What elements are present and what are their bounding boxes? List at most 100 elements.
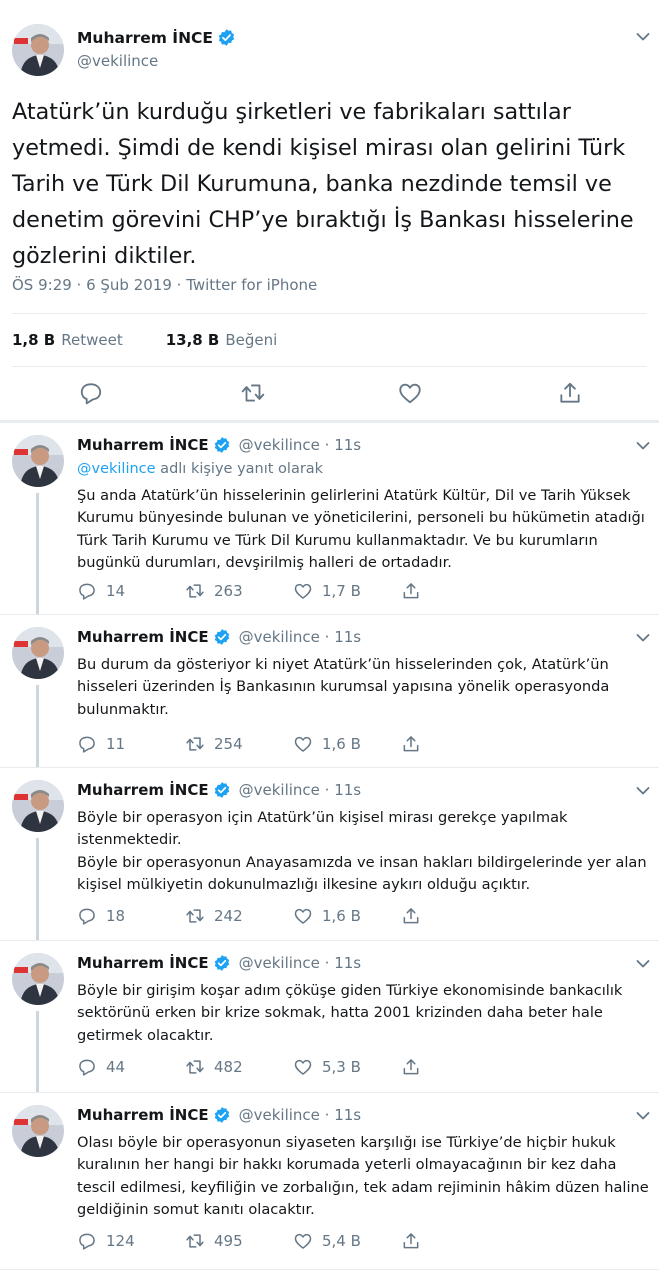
- reply-action[interactable]: 14: [77, 581, 125, 601]
- author-name[interactable]: Muharrem İNCE: [77, 29, 213, 47]
- chevron-down-icon[interactable]: [636, 441, 650, 451]
- author-handle[interactable]: @vekilince · 11s: [239, 954, 361, 972]
- thread-line: [36, 493, 39, 615]
- share-action[interactable]: [401, 581, 430, 601]
- reply-tweet[interactable]: Muharrem İNCE @vekilince · 11s Böyle bir…: [0, 768, 659, 941]
- like-action[interactable]: 5,3 B: [293, 1057, 361, 1077]
- tweet-actions: 124 495 5,4 B: [77, 1231, 437, 1253]
- tweet-actions: [0, 380, 659, 412]
- author-handle[interactable]: @vekilince · 11s: [239, 781, 361, 799]
- author-handle[interactable]: @vekilince: [77, 52, 158, 70]
- reply-action[interactable]: 124: [77, 1231, 135, 1251]
- reply-icon[interactable]: [78, 380, 104, 406]
- like-action[interactable]: 1,6 B: [293, 734, 361, 754]
- like-action[interactable]: 5,4 B: [293, 1231, 361, 1251]
- chevron-down-icon[interactable]: [636, 32, 650, 42]
- reply-to-link[interactable]: @vekilince: [77, 461, 156, 477]
- retweet-action[interactable]: 242: [185, 906, 243, 926]
- chevron-down-icon[interactable]: [636, 786, 650, 796]
- avatar[interactable]: [12, 953, 64, 1005]
- reply-action[interactable]: 18: [77, 906, 125, 926]
- author-name[interactable]: Muharrem İNCE: [77, 954, 209, 972]
- share-action[interactable]: [401, 1057, 430, 1077]
- share-icon[interactable]: [557, 380, 583, 406]
- tweet-actions: 44 482 5,3 B: [77, 1057, 437, 1079]
- retweet-icon[interactable]: [185, 734, 205, 754]
- like-action[interactable]: 1,6 B: [293, 906, 361, 926]
- tweet-text: Olası böyle bir operasyonun siyaseten ka…: [77, 1134, 649, 1218]
- retweet-icon[interactable]: [185, 1231, 205, 1251]
- share-action[interactable]: [401, 734, 430, 754]
- thread-line: [36, 685, 39, 768]
- chevron-down-icon[interactable]: [636, 1111, 650, 1121]
- heart-icon[interactable]: [293, 581, 313, 601]
- author-handle[interactable]: @vekilince · 11s: [239, 628, 361, 646]
- reply-count: 44: [106, 1058, 126, 1076]
- reply-count: 11: [106, 735, 126, 753]
- retweet-count[interactable]: 1,8 B: [12, 331, 55, 349]
- retweet-action[interactable]: 254: [185, 734, 243, 754]
- reply-icon[interactable]: [77, 581, 97, 601]
- share-icon[interactable]: [401, 1057, 421, 1077]
- reply-context: @vekilince adlı kişiye yanıt olarak: [77, 461, 323, 477]
- reply-action[interactable]: 11: [77, 734, 125, 754]
- share-icon[interactable]: [401, 906, 421, 926]
- retweet-count: 263: [214, 582, 243, 600]
- retweet-icon[interactable]: [240, 380, 266, 406]
- reply-icon[interactable]: [77, 906, 97, 926]
- retweet-icon[interactable]: [185, 906, 205, 926]
- avatar[interactable]: [12, 435, 64, 487]
- like-action[interactable]: 1,7 B: [293, 581, 361, 601]
- reply-icon[interactable]: [77, 1057, 97, 1077]
- share-action[interactable]: [401, 1231, 430, 1251]
- heart-icon[interactable]: [293, 1231, 313, 1251]
- author-name[interactable]: Muharrem İNCE: [77, 436, 209, 454]
- reply-count: 18: [106, 907, 126, 925]
- retweet-action[interactable]: 495: [185, 1231, 243, 1251]
- reply-icon[interactable]: [77, 1231, 97, 1251]
- retweet-action[interactable]: 263: [185, 581, 243, 601]
- reply-tweet[interactable]: Muharrem İNCE @vekilince · 11s @vekilinc…: [0, 423, 659, 615]
- share-action[interactable]: [401, 906, 430, 926]
- avatar[interactable]: [12, 627, 64, 679]
- reply-action[interactable]: 44: [77, 1057, 125, 1077]
- author-handle[interactable]: @vekilince · 11s: [239, 436, 361, 454]
- tweet-stats: 1,8 B Retweet 13,8 B Beğeni: [12, 331, 320, 349]
- tweet-actions: 18 242 1,6 B: [77, 906, 437, 928]
- tweet-text: Böyle bir operasyon için Atatürk’ün kişi…: [77, 809, 647, 893]
- verified-badge-icon: [214, 955, 229, 971]
- reply-tweet[interactable]: Muharrem İNCE @vekilince · 11s Bu durum …: [0, 615, 659, 768]
- retweet-label[interactable]: Retweet: [61, 331, 122, 349]
- tweet-actions: 14 263 1,7 B: [77, 581, 437, 603]
- avatar[interactable]: [12, 780, 64, 832]
- chevron-down-icon[interactable]: [636, 959, 650, 969]
- share-icon[interactable]: [401, 581, 421, 601]
- author-name[interactable]: Muharrem İNCE: [77, 781, 209, 799]
- retweet-icon[interactable]: [185, 581, 205, 601]
- verified-badge-icon: [214, 1107, 229, 1123]
- share-icon[interactable]: [401, 734, 421, 754]
- tweet-text: Şu anda Atatürk’ün hisselerinin gelirler…: [77, 487, 645, 571]
- chevron-down-icon[interactable]: [636, 633, 650, 643]
- reply-tweet[interactable]: Muharrem İNCE @vekilince · 11s Olası böy…: [0, 1093, 659, 1270]
- heart-icon[interactable]: [397, 380, 423, 406]
- heart-icon[interactable]: [293, 734, 313, 754]
- retweet-icon[interactable]: [185, 1057, 205, 1077]
- author-name[interactable]: Muharrem İNCE: [77, 1106, 209, 1124]
- heart-icon[interactable]: [293, 1057, 313, 1077]
- like-count[interactable]: 13,8 B: [166, 331, 220, 349]
- avatar[interactable]: [12, 24, 64, 76]
- reply-icon[interactable]: [77, 734, 97, 754]
- tweet-timestamp[interactable]: ÖS 9:29 · 6 Şub 2019 · Twitter for iPhon…: [12, 276, 317, 294]
- like-label[interactable]: Beğeni: [225, 331, 277, 349]
- author-name[interactable]: Muharrem İNCE: [77, 628, 209, 646]
- reply-count: 124: [106, 1232, 135, 1250]
- divider: [12, 366, 647, 367]
- share-icon[interactable]: [401, 1231, 421, 1251]
- heart-icon[interactable]: [293, 906, 313, 926]
- avatar[interactable]: [12, 1105, 64, 1157]
- reply-count: 14: [106, 582, 126, 600]
- reply-tweet[interactable]: Muharrem İNCE @vekilince · 11s Böyle bir…: [0, 941, 659, 1093]
- retweet-action[interactable]: 482: [185, 1057, 243, 1077]
- author-handle[interactable]: @vekilince · 11s: [239, 1106, 361, 1124]
